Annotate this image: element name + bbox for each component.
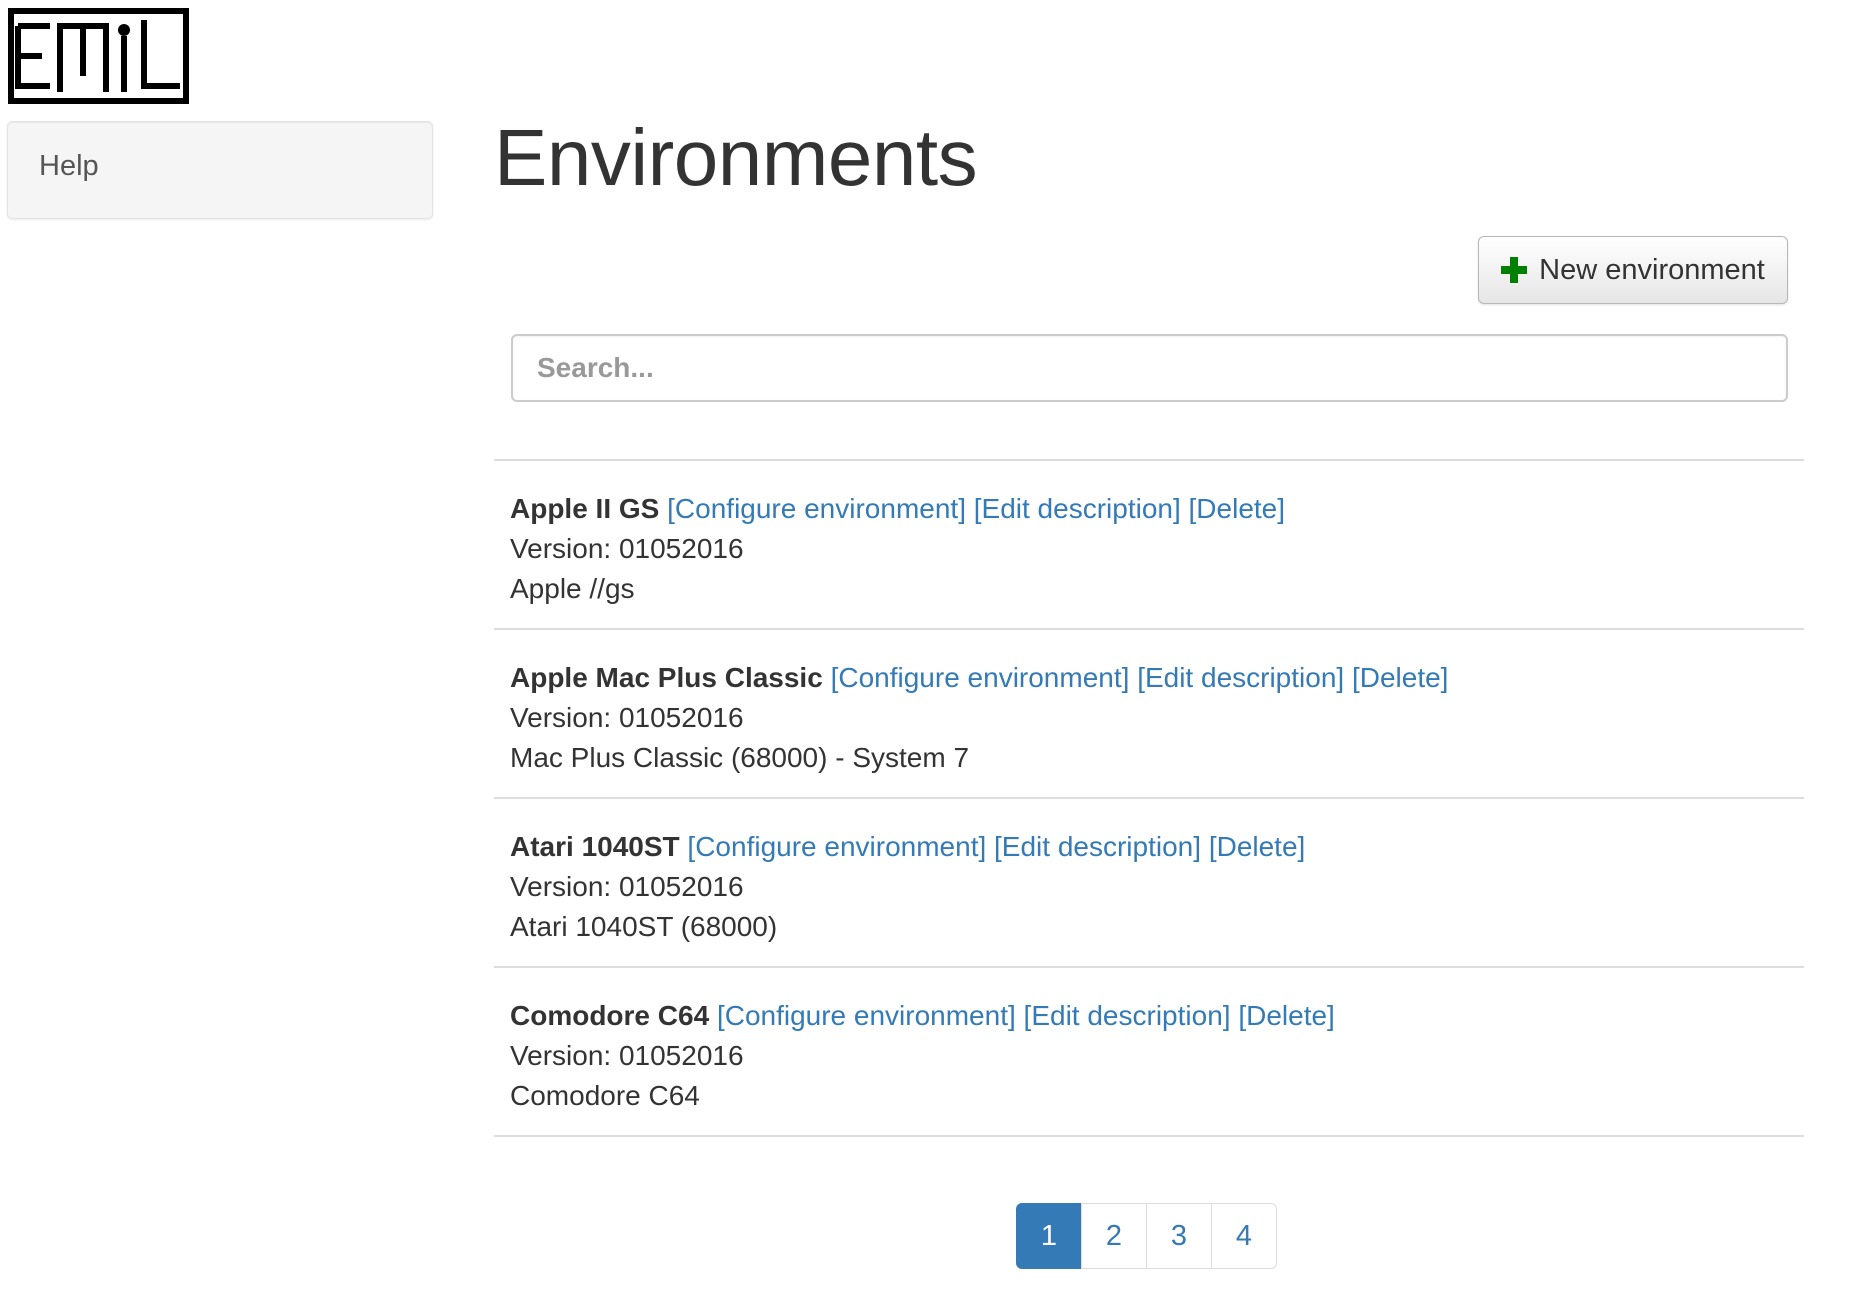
page-title: Environments	[494, 113, 978, 202]
environment-version: Version: 01052016	[510, 702, 744, 733]
environment-header: Apple Mac Plus Classic [Configure enviro…	[510, 658, 1804, 698]
environment-version: Version: 01052016	[510, 533, 744, 564]
page-link-1[interactable]: 1	[1016, 1203, 1082, 1269]
environment-item: Apple II GS [Configure environment] [Edi…	[494, 461, 1804, 630]
environment-item: Apple Mac Plus Classic [Configure enviro…	[494, 630, 1804, 799]
emil-logo[interactable]	[8, 8, 189, 104]
page: Help Environments New environment Apple …	[0, 0, 1873, 1303]
sidebar-item-help[interactable]: Help	[39, 150, 99, 183]
environment-description: Mac Plus Classic (68000) - System 7	[510, 742, 970, 773]
environment-name: Apple Mac Plus Classic	[510, 662, 823, 693]
environment-header: Apple II GS [Configure environment] [Edi…	[510, 489, 1804, 529]
environment-header: Comodore C64 [Configure environment] [Ed…	[510, 996, 1804, 1036]
environment-description: Comodore C64	[510, 1080, 700, 1111]
environment-description: Apple //gs	[510, 573, 635, 604]
environment-name: Apple II GS	[510, 493, 660, 524]
plus-icon	[1501, 257, 1528, 283]
delete-link[interactable]: [Delete]	[1238, 1000, 1335, 1031]
sidebar: Help	[7, 121, 433, 219]
delete-link[interactable]: [Delete]	[1352, 662, 1449, 693]
configure-environment-link[interactable]: [Configure environment]	[831, 662, 1130, 693]
environment-list: Apple II GS [Configure environment] [Edi…	[494, 459, 1804, 1137]
new-environment-label: New environment	[1539, 253, 1765, 286]
search-input[interactable]	[511, 334, 1788, 402]
environment-version: Version: 01052016	[510, 871, 744, 902]
edit-description-link[interactable]: [Edit description]	[1024, 1000, 1231, 1031]
environment-description: Atari 1040ST (68000)	[510, 911, 778, 942]
environment-header: Atari 1040ST [Configure environment] [Ed…	[510, 827, 1804, 867]
page-link-3[interactable]: 3	[1146, 1203, 1212, 1269]
edit-description-link[interactable]: [Edit description]	[974, 493, 1181, 524]
new-environment-button[interactable]: New environment	[1478, 236, 1788, 304]
edit-description-link[interactable]: [Edit description]	[994, 831, 1201, 862]
environment-item: Atari 1040ST [Configure environment] [Ed…	[494, 799, 1804, 968]
configure-environment-link[interactable]: [Configure environment]	[687, 831, 986, 862]
page-link-4[interactable]: 4	[1211, 1203, 1277, 1269]
pagination: 1 2 3 4	[1016, 1203, 1277, 1269]
environment-version: Version: 01052016	[510, 1040, 744, 1071]
page-link-2[interactable]: 2	[1081, 1203, 1147, 1269]
emil-logo-graphic	[8, 8, 189, 104]
configure-environment-link[interactable]: [Configure environment]	[717, 1000, 1016, 1031]
environment-name: Comodore C64	[510, 1000, 710, 1031]
environment-item: Comodore C64 [Configure environment] [Ed…	[494, 968, 1804, 1137]
environment-name: Atari 1040ST	[510, 831, 680, 862]
edit-description-link[interactable]: [Edit description]	[1137, 662, 1344, 693]
delete-link[interactable]: [Delete]	[1209, 831, 1306, 862]
delete-link[interactable]: [Delete]	[1189, 493, 1286, 524]
configure-environment-link[interactable]: [Configure environment]	[667, 493, 966, 524]
